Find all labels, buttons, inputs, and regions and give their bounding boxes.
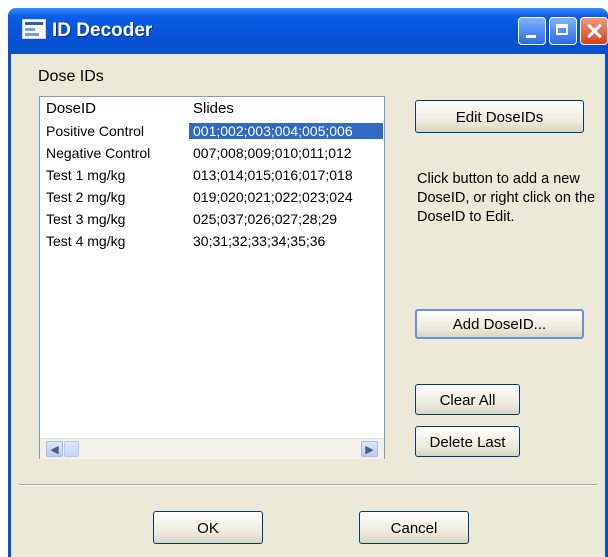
clear-all-button[interactable]: Clear All xyxy=(415,384,520,415)
slides-cell-selected: 001;002;003;004;005;006 xyxy=(189,123,383,139)
edit-doseids-button[interactable]: Edit DoseIDs xyxy=(415,100,584,133)
dialog-client-area: Dose IDs DoseID Slides Positive Control … xyxy=(11,54,605,557)
dose-cell: Test 4 mg/kg xyxy=(46,233,126,249)
scroll-left-icon[interactable]: ◀ xyxy=(46,441,63,457)
app-icon[interactable] xyxy=(22,19,46,39)
window-title: ID Decoder xyxy=(52,20,153,41)
horizontal-scrollbar[interactable]: ◀ ▶ xyxy=(40,438,384,459)
slides-cell: 007;008;009;010;011;012 xyxy=(193,145,352,161)
column-header-slides[interactable]: Slides xyxy=(193,100,234,117)
divider xyxy=(19,484,597,486)
list-row[interactable]: Test 2 mg/kg 019;020;021;022;023;024 xyxy=(40,187,384,209)
cancel-button[interactable]: Cancel xyxy=(359,511,469,544)
list-row[interactable]: Positive Control 001;002;003;004;005;006 xyxy=(40,121,384,143)
list-row[interactable]: Test 3 mg/kg 025;037;026;027;28;29 xyxy=(40,209,384,231)
dose-cell: Positive Control xyxy=(46,123,145,139)
add-doseid-button[interactable]: Add DoseID... xyxy=(415,309,584,339)
delete-last-button[interactable]: Delete Last xyxy=(415,426,520,457)
slides-cell: 013;014;015;016;017;018 xyxy=(193,167,353,183)
dose-id-list[interactable]: DoseID Slides Positive Control 001;002;0… xyxy=(39,96,385,459)
title-bar[interactable]: ID Decoder xyxy=(8,8,608,54)
close-icon[interactable] xyxy=(580,17,608,45)
help-text: Click button to add a new DoseID, or rig… xyxy=(417,171,596,225)
list-row[interactable]: Test 4 mg/kg 30;31;32;33;34;35;36 xyxy=(40,231,384,253)
slides-cell: 019;020;021;022;023;024 xyxy=(193,189,353,205)
slides-cell: 30;31;32;33;34;35;36 xyxy=(193,233,326,249)
column-header-doseid[interactable]: DoseID xyxy=(46,100,96,117)
list-row[interactable]: Test 1 mg/kg 013;014;015;016;017;018 xyxy=(40,165,384,187)
id-decoder-window: ID Decoder Dose IDs DoseID Slides Positi… xyxy=(8,8,608,557)
slides-cell: 025;037;026;027;28;29 xyxy=(193,211,338,227)
minimize-icon[interactable] xyxy=(518,17,546,45)
list-row[interactable]: Negative Control 007;008;009;010;011;012 xyxy=(40,143,384,165)
scroll-thumb[interactable] xyxy=(64,441,79,457)
dose-ids-label: Dose IDs xyxy=(38,68,104,85)
dose-cell: Test 1 mg/kg xyxy=(46,167,126,183)
dose-cell: Test 3 mg/kg xyxy=(46,211,126,227)
list-header: DoseID Slides xyxy=(40,97,384,119)
scroll-right-icon[interactable]: ▶ xyxy=(361,441,378,457)
maximize-icon[interactable] xyxy=(549,17,577,45)
dose-cell: Test 2 mg/kg xyxy=(46,189,126,205)
dose-cell: Negative Control xyxy=(46,145,151,161)
ok-button[interactable]: OK xyxy=(153,511,263,544)
